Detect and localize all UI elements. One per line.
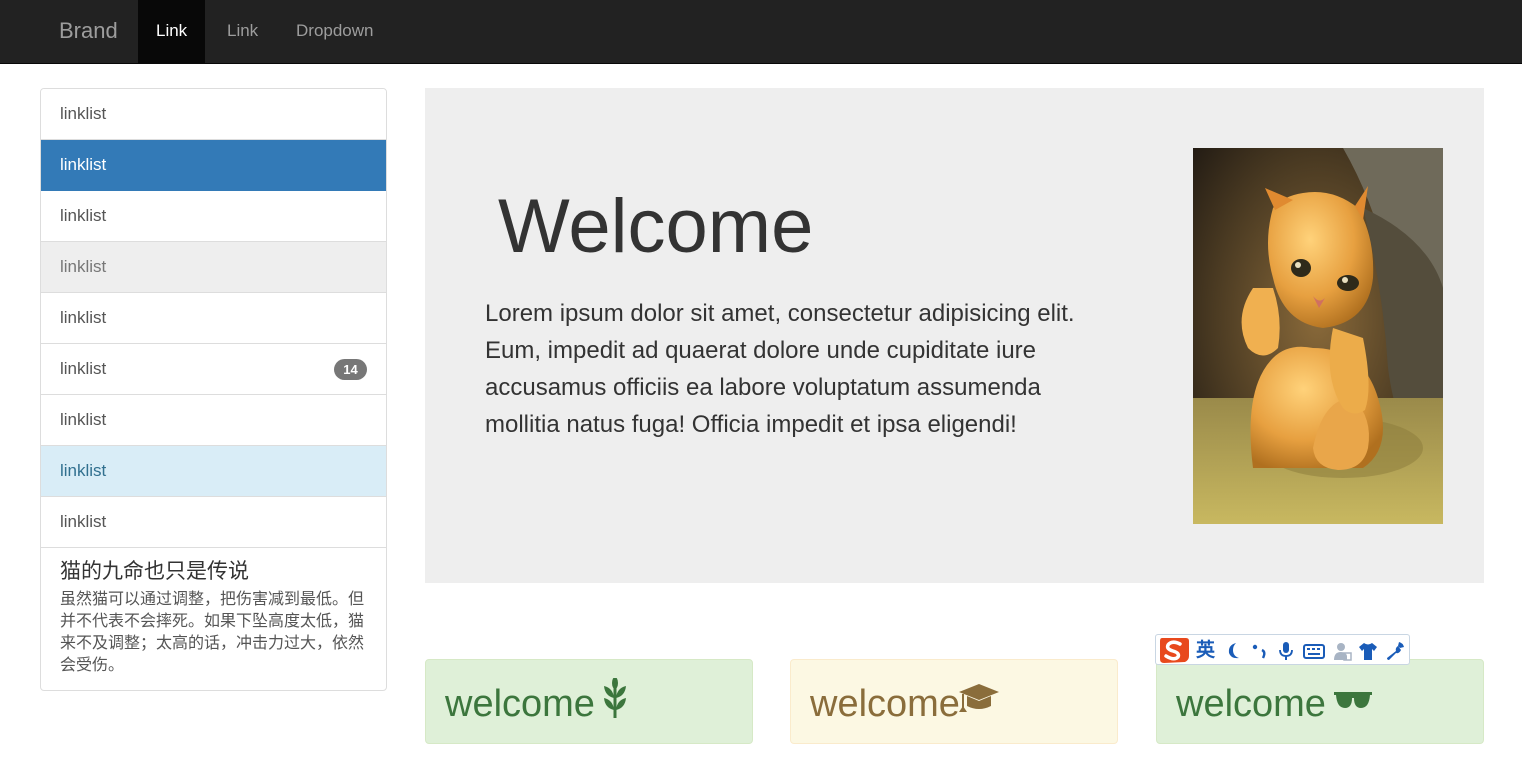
sidebar-item-5[interactable]: linklist <box>41 293 386 344</box>
article-text: 虽然猫可以通过调整，把伤害减到最低。但并不代表不会摔死。如果下坠高度太低，猫来不… <box>60 591 365 674</box>
education-icon <box>957 682 1001 723</box>
top-navbar: Brand Link Link Dropdown <box>0 0 1522 64</box>
alert-success-1: welcome <box>425 659 753 744</box>
sidebar-item-8-info[interactable]: linklist <box>41 446 386 497</box>
alert-welcome-text: welcome <box>445 683 595 725</box>
alert-welcome-text: welcome <box>1176 683 1326 725</box>
navbar-brand[interactable]: Brand <box>59 0 118 64</box>
microphone-icon[interactable] <box>1276 641 1296 661</box>
keyboard-icon[interactable] <box>1303 641 1325 661</box>
sidebar-item-label: linklist <box>60 359 107 378</box>
alert-warning: welcome <box>790 659 1118 744</box>
alert-welcome-text: welcome <box>810 683 960 725</box>
ime-logo-icon[interactable] <box>1158 636 1190 664</box>
user-icon[interactable] <box>1332 641 1352 661</box>
nav-dropdown[interactable]: Dropdown <box>278 0 392 63</box>
sunglasses-icon <box>1333 688 1373 717</box>
sidebar-item-2-active[interactable]: linklist <box>41 140 386 191</box>
count-badge: 14 <box>334 359 367 380</box>
moon-icon[interactable] <box>1224 641 1244 661</box>
sidebar-item-7[interactable]: linklist <box>41 395 386 446</box>
alert-success-2: welcome <box>1156 659 1484 744</box>
sidebar-item-6[interactable]: linklist 14 <box>41 344 386 395</box>
nav-link-2[interactable]: Link <box>209 0 276 63</box>
punctuation-icon[interactable] <box>1249 641 1269 661</box>
grain-icon <box>601 677 629 723</box>
article-heading: 猫的九命也只是传说 <box>60 560 249 583</box>
ime-language-toggle[interactable]: 英 <box>1196 638 1215 662</box>
jumbotron-text: Lorem ipsum dolor sit amet, consectetur … <box>485 300 1075 438</box>
sidebar-article[interactable]: 猫的九命也只是传说 虽然猫可以通过调整，把伤害减到最低。但并不代表不会摔死。如果… <box>41 548 386 690</box>
sidebar-item-9[interactable]: linklist <box>41 497 386 548</box>
kitten-photo <box>1193 148 1443 524</box>
jumbotron-title: Welcome <box>498 184 814 269</box>
jumbotron: Welcome Lorem ipsum dolor sit amet, cons… <box>425 88 1484 583</box>
nav-link-1[interactable]: Link <box>138 0 206 63</box>
sidebar-list-group: linklist linklist linklist linklist link… <box>40 88 387 691</box>
ime-toolbar: 英 <box>1155 634 1410 665</box>
sidebar-item-4-disabled: linklist <box>41 242 386 293</box>
settings-wrench-icon[interactable] <box>1385 641 1405 661</box>
sidebar-item-1[interactable]: linklist <box>41 89 386 140</box>
skin-shirt-icon[interactable] <box>1358 641 1378 661</box>
sidebar-item-3[interactable]: linklist <box>41 191 386 242</box>
